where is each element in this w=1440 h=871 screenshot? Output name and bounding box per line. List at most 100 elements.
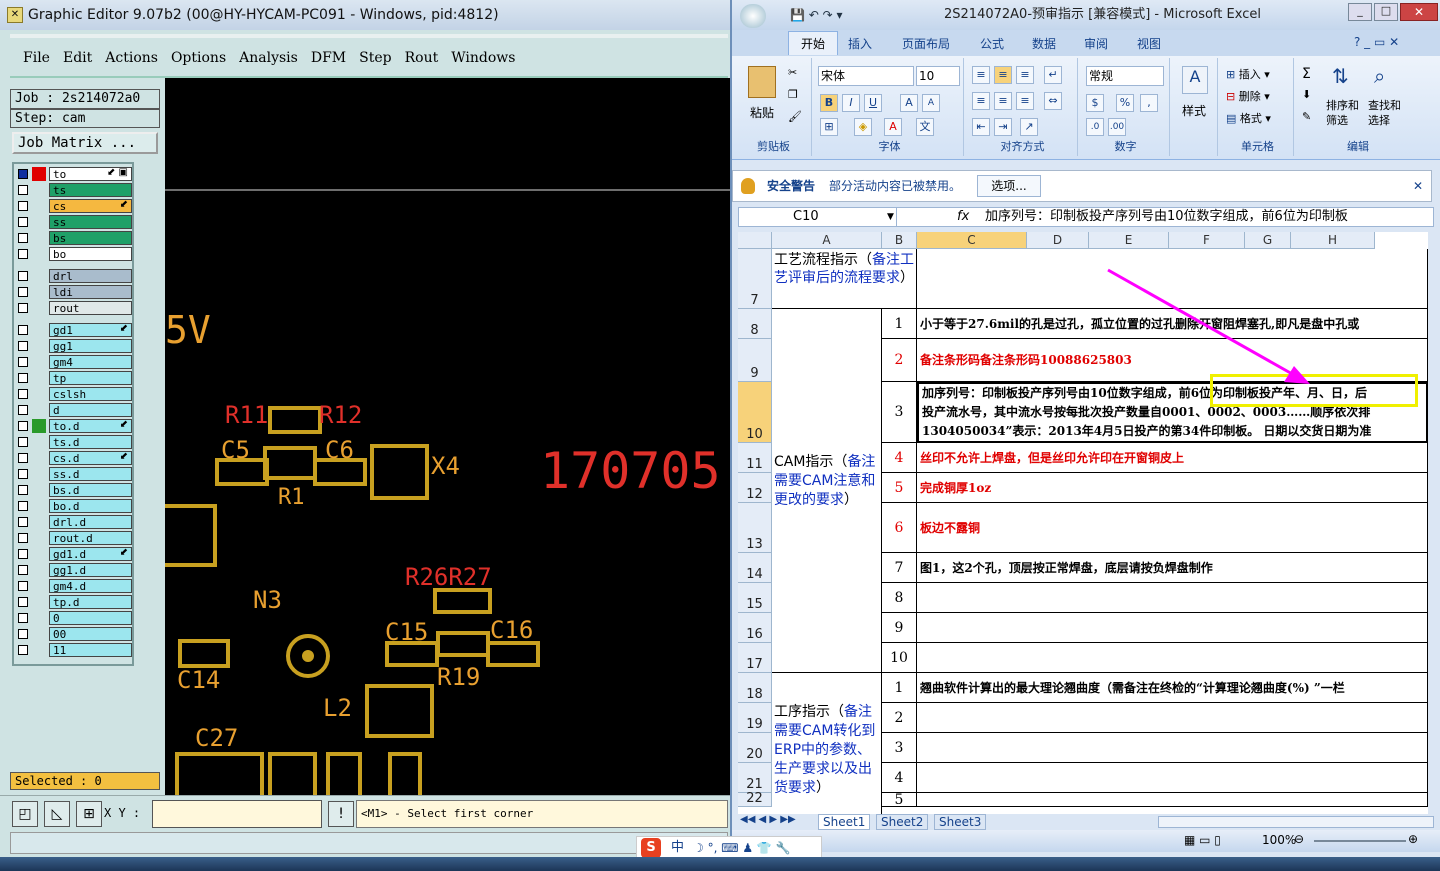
layer-status[interactable]	[32, 419, 46, 433]
layer-status[interactable]	[32, 167, 46, 181]
layer-name[interactable]: rout.d	[49, 531, 132, 545]
layer-row[interactable]: cs.d ⬋	[16, 451, 132, 465]
layer-checkbox[interactable]	[18, 201, 28, 211]
autosum-icon[interactable]: Σ	[1302, 66, 1311, 82]
paste-icon[interactable]	[748, 66, 776, 98]
layer-checkbox[interactable]	[18, 357, 28, 367]
layer-checkbox[interactable]	[18, 389, 28, 399]
layer-row[interactable]: ss	[16, 215, 132, 229]
ribbon-tab[interactable]: 审阅	[1084, 35, 1108, 52]
layer-name[interactable]: drl.d	[49, 515, 132, 529]
measure-icon[interactable]: ◺	[44, 801, 70, 827]
menu-options[interactable]: Options	[171, 50, 226, 66]
layer-status[interactable]	[32, 285, 46, 299]
layer-checkbox[interactable]	[18, 303, 28, 313]
layer-row[interactable]: gm4	[16, 355, 132, 369]
layer-checkbox[interactable]	[18, 581, 28, 591]
layer-checkbox[interactable]	[18, 629, 28, 639]
layer-status[interactable]	[32, 467, 46, 481]
layer-row[interactable]: cslsh	[16, 387, 132, 401]
ribbon-tab[interactable]: 页面布局	[902, 35, 950, 52]
layer-checkbox[interactable]	[18, 645, 28, 655]
copy-icon[interactable]: ❐	[788, 88, 798, 101]
layer-status[interactable]	[32, 269, 46, 283]
layer-row[interactable]: 0	[16, 611, 132, 625]
fill-color-icon[interactable]: ◈	[854, 118, 872, 136]
align-middle-icon[interactable]: ≡	[994, 66, 1012, 84]
layer-checkbox[interactable]	[18, 613, 28, 623]
layer-status[interactable]	[32, 403, 46, 417]
font-color-icon[interactable]: A	[884, 118, 902, 136]
layer-name[interactable]: bs	[49, 231, 132, 245]
layer-name[interactable]: d	[49, 403, 132, 417]
fx-icon[interactable]: fx	[957, 208, 969, 226]
sort-filter-label[interactable]: 排序和 筛选	[1326, 98, 1359, 128]
layer-status[interactable]	[32, 451, 46, 465]
layer-name[interactable]: gg1.d	[49, 563, 132, 577]
menu-file[interactable]: File	[23, 50, 50, 66]
delete-cells-button[interactable]: ⊟ 删除 ▾	[1226, 88, 1270, 104]
layer-row[interactable]: 11	[16, 643, 132, 657]
shrink-font-icon[interactable]: A	[922, 94, 940, 112]
menu-actions[interactable]: Actions	[105, 50, 158, 66]
paste-label[interactable]: 粘贴	[750, 104, 774, 121]
layer-name[interactable]: bs.d	[49, 483, 132, 497]
border-icon[interactable]: ⊞	[820, 118, 838, 136]
layer-status[interactable]	[32, 183, 46, 197]
pcb-canvas[interactable]: R11 R12 170705 R26R27 5V C5 C6 X4 R1 N3 …	[165, 78, 730, 795]
layer-row[interactable]: rout	[16, 301, 132, 315]
close-button[interactable]: ✕	[1400, 3, 1438, 21]
zoom-box-icon[interactable]: ◰	[12, 801, 38, 827]
layer-row[interactable]: bs.d	[16, 483, 132, 497]
layer-row[interactable]: d	[16, 403, 132, 417]
ribbon-tab[interactable]: 公式	[980, 35, 1004, 52]
layer-status[interactable]	[32, 611, 46, 625]
ime-tools-icon[interactable]: ☽ °, ⌨ ♟ 👕 🔧	[693, 837, 791, 859]
insert-cells-button[interactable]: ⊞ 插入 ▾	[1226, 66, 1270, 82]
layer-row[interactable]: ss.d	[16, 467, 132, 481]
layer-status[interactable]	[32, 215, 46, 229]
layer-name[interactable]: ss.d	[49, 467, 132, 481]
menu-windows[interactable]: Windows	[451, 50, 515, 66]
layer-name[interactable]: drl	[49, 269, 132, 283]
layer-status[interactable]	[32, 483, 46, 497]
job-matrix-button[interactable]: Job Matrix ...	[12, 132, 158, 154]
layer-row[interactable]: ts	[16, 183, 132, 197]
number-format-select[interactable]: 常规	[1086, 66, 1164, 86]
layer-row[interactable]: gd1 ⬋	[16, 323, 132, 337]
layer-checkbox[interactable]	[18, 325, 28, 335]
layer-row[interactable]: ts.d	[16, 435, 132, 449]
layer-row[interactable]: drl	[16, 269, 132, 283]
layer-checkbox[interactable]	[18, 421, 28, 431]
layer-checkbox[interactable]	[18, 517, 28, 527]
layer-name[interactable]: ts	[49, 183, 132, 197]
grow-font-icon[interactable]: A	[900, 94, 918, 112]
currency-icon[interactable]: $	[1086, 94, 1104, 112]
layer-name[interactable]: ldi	[49, 285, 132, 299]
layer-status[interactable]	[32, 301, 46, 315]
layer-name[interactable]: gm4	[49, 355, 132, 369]
layer-name[interactable]: 11	[49, 643, 132, 657]
align-bottom-icon[interactable]: ≡	[1016, 66, 1034, 84]
layer-row[interactable]: drl.d	[16, 515, 132, 529]
layer-status[interactable]	[32, 643, 46, 657]
layer-checkbox[interactable]	[18, 287, 28, 297]
layer-row[interactable]: tp	[16, 371, 132, 385]
layer-name[interactable]: bo	[49, 247, 132, 261]
sheet-nav-icon[interactable]: ◀◀ ◀ ▶ ▶▶	[740, 814, 796, 825]
font-name-select[interactable]: 宋体	[818, 66, 914, 86]
styles-label[interactable]: 样式	[1182, 102, 1206, 119]
decrease-decimal-icon[interactable]: .00	[1108, 118, 1126, 136]
layer-name[interactable]: 0	[49, 611, 132, 625]
layer-name[interactable]: ss	[49, 215, 132, 229]
layer-row[interactable]: rout.d	[16, 531, 132, 545]
alert-icon[interactable]: !	[328, 801, 354, 827]
layer-status[interactable]	[32, 515, 46, 529]
layer-row[interactable]: gg1	[16, 339, 132, 353]
layer-status[interactable]	[32, 579, 46, 593]
zoom-out-icon[interactable]: ⊖	[1294, 832, 1304, 846]
close-warning-icon[interactable]: ✕	[1413, 171, 1423, 201]
layer-row[interactable]: bs	[16, 231, 132, 245]
ribbon-tab[interactable]: 插入	[848, 35, 872, 52]
layer-checkbox[interactable]	[18, 341, 28, 351]
